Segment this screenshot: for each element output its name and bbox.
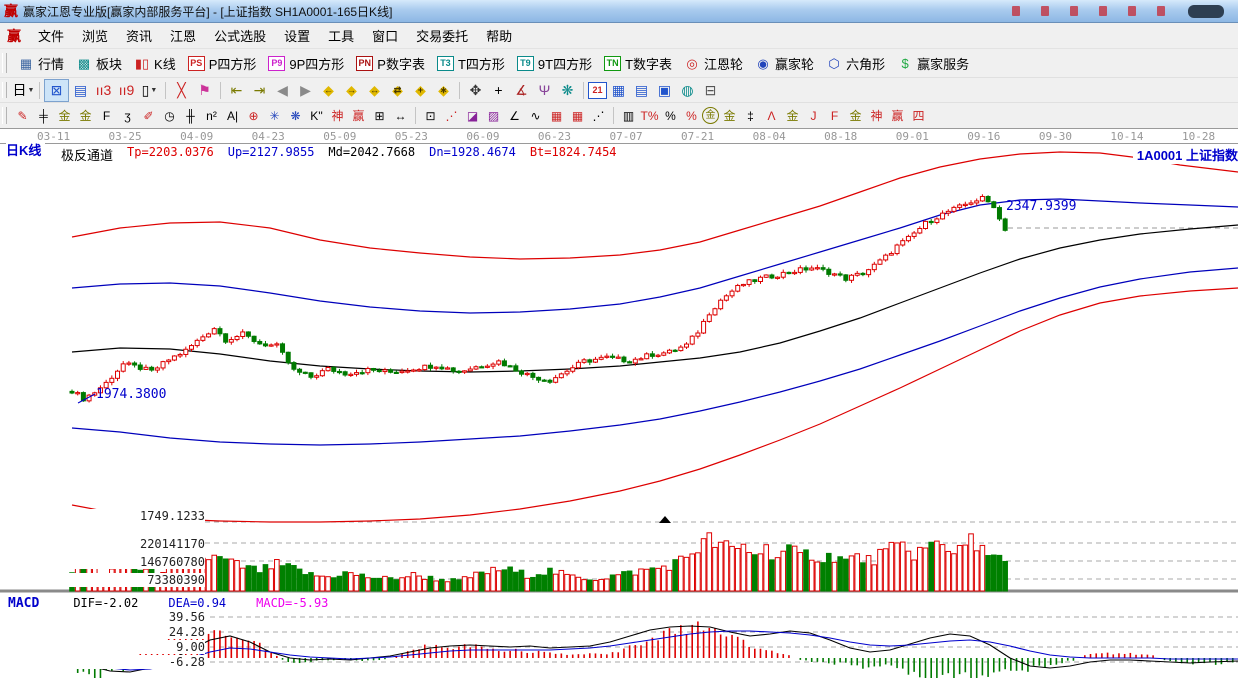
indicator-values: Tp=2203.0376 Up=2127.9855 Md=2042.7668 Dn=1…: [127, 145, 617, 164]
macd-header: MACD DIF=-2.02 DEA=0.94 MACD=-5.93: [8, 596, 359, 611]
macd-axis-label-1: 24.28: [40, 625, 205, 639]
volume-axis-label-0: 220141170: [40, 537, 205, 551]
indicator-value-2: Md=2042.7668: [328, 145, 416, 159]
price-high-label: 2347.9399: [1006, 199, 1077, 214]
indicator-value-4: Bt=1824.7454: [529, 145, 617, 159]
date-tick-07-07: 07-07: [609, 130, 643, 143]
indicator-value-0: Tp=2203.0376: [127, 145, 214, 159]
macd-values: DIF=-2.02 DEA=0.94 MACD=-5.93: [73, 596, 358, 611]
app-window: 赢 赢家江恩专业版[赢家内部服务平台] - [上证指数 SH1A0001-165…: [0, 0, 1238, 678]
date-tick-10-28: 10-28: [1181, 130, 1216, 143]
date-tick-09-01: 09-01: [895, 130, 929, 143]
date-tick-10-14: 10-14: [1110, 130, 1144, 143]
date-tick-06-09: 06-09: [466, 130, 500, 143]
price-low-label: 1974.3800: [96, 387, 167, 402]
price-axis-bottom-label: 1749.1233: [40, 509, 205, 523]
indicator-header: 极反通道 Tp=2203.0376 Up=2127.9855 Md=2042.766…: [57, 145, 621, 164]
volume-axis-label-2: 73380390: [40, 573, 205, 587]
indicator-name: 极反通道: [61, 148, 114, 163]
date-tick-09-30: 09-30: [1038, 130, 1072, 143]
date-tick-09-16: 09-16: [967, 130, 1001, 143]
symbol-label: 1A0001 上证指数: [1132, 145, 1238, 164]
date-tick-08-04: 08-04: [752, 130, 786, 143]
date-tick-07-21: 07-21: [681, 130, 715, 143]
date-tick-03-25: 03-25: [108, 130, 142, 143]
macd-indicator-name: MACD: [8, 596, 40, 611]
date-tick-04-23: 04-23: [251, 130, 285, 143]
date-tick-08-18: 08-18: [824, 130, 858, 143]
date-tick-06-23: 06-23: [537, 130, 572, 143]
date-tick-04-09: 04-09: [180, 130, 214, 143]
macd-axis-label-0: 39.56: [40, 610, 205, 624]
date-tick-05-09: 05-09: [323, 130, 357, 143]
macd-value-1: DEA=0.94: [168, 596, 227, 610]
volume-axis-label-1: 146760780: [40, 555, 205, 569]
date-tick-03-11: 03-11: [37, 130, 71, 143]
macd-axis-label-3: -6.28: [40, 655, 205, 669]
macd-value-2: MACD=-5.93: [256, 596, 329, 610]
macd-axis-label-2: 9.00: [40, 640, 205, 654]
date-tick-05-23: 05-23: [394, 130, 428, 143]
indicator-value-3: Dn=1928.4674: [429, 145, 516, 159]
indicator-value-1: Up=2127.9855: [227, 145, 315, 159]
macd-value-0: DIF=-2.02: [73, 596, 139, 610]
